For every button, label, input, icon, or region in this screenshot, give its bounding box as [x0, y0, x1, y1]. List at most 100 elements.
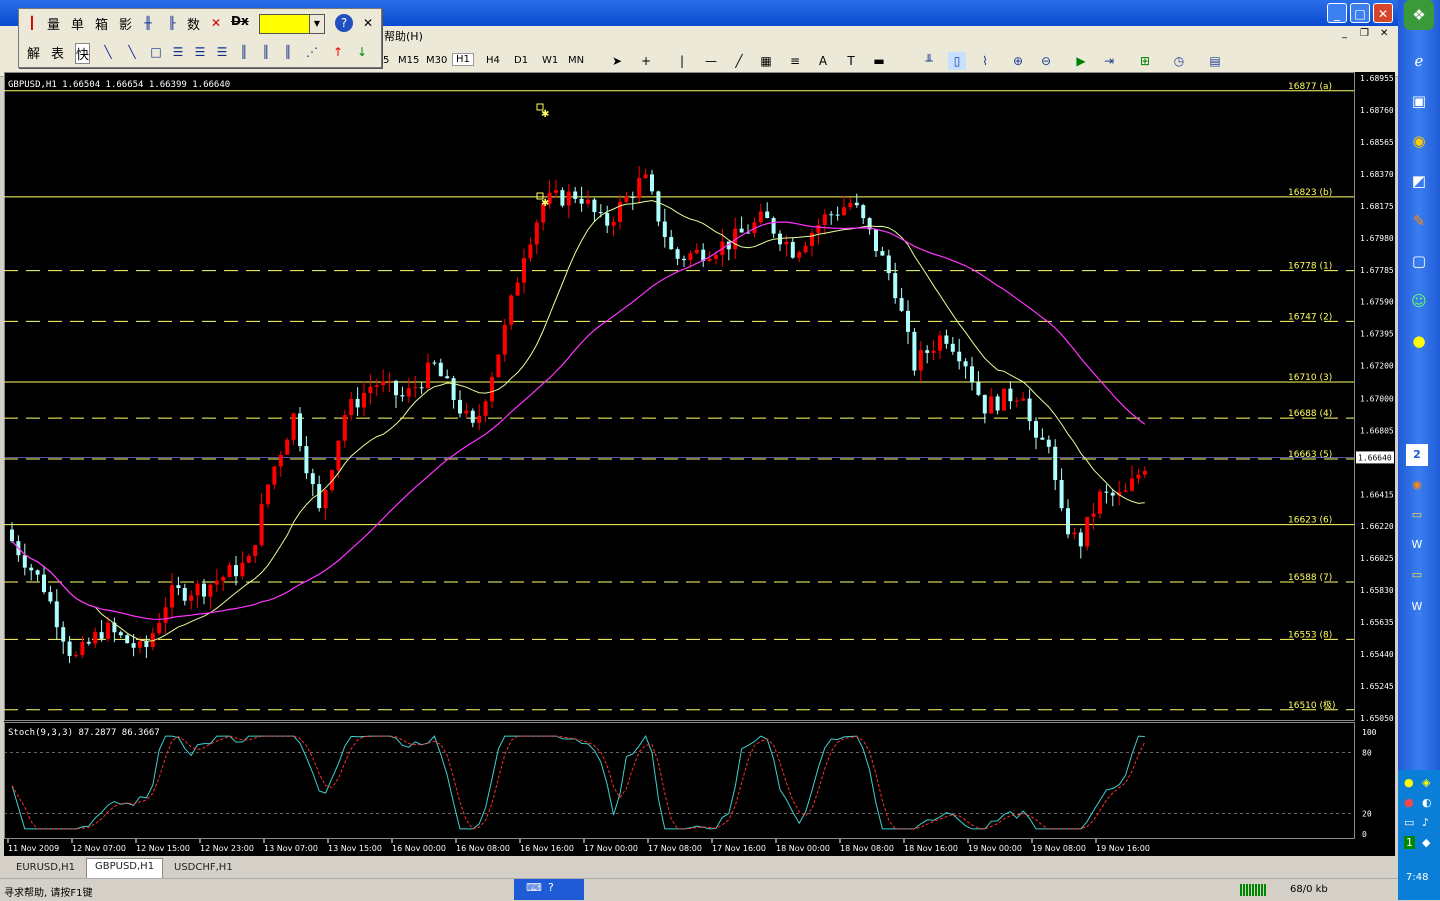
- chart-window[interactable]: 1.68955 1.68760 1.68565 1.68370 1.68175 1.679…: [4, 72, 1395, 856]
- tray-shield-icon[interactable]: ◈: [1422, 776, 1430, 789]
- timeframe-w1[interactable]: W1: [542, 55, 558, 66]
- float-btn-2[interactable]: 单: [71, 14, 84, 33]
- media-icon[interactable]: ▣: [1404, 86, 1434, 116]
- ime-bar[interactable]: ⌨ ?: [514, 879, 584, 900]
- line-chart-icon[interactable]: ⌇: [976, 52, 994, 70]
- tray-app-icon[interactable]: 1: [1404, 836, 1415, 849]
- app-icon-2[interactable]: ◩: [1404, 166, 1434, 196]
- task-folder-icon-1[interactable]: ▭: [1406, 504, 1428, 526]
- arrow-up-icon[interactable]: ↑: [329, 43, 347, 61]
- chart-shift-icon[interactable]: ⇥: [1100, 52, 1118, 70]
- fib2-tool-icon[interactable]: ☰: [191, 43, 209, 61]
- fib-tool-icon[interactable]: ☰: [169, 43, 187, 61]
- close-button[interactable]: ✕: [1373, 3, 1393, 23]
- float-close-icon[interactable]: ✕: [359, 14, 377, 32]
- task-app-icon-2[interactable]: ◉: [1406, 474, 1428, 496]
- mdi-minimize-button[interactable]: _: [1342, 28, 1347, 39]
- float-btn-1[interactable]: 量: [47, 14, 60, 33]
- tray-network-icon[interactable]: ◐: [1422, 796, 1432, 809]
- messenger-icon[interactable]: ☺: [1404, 286, 1434, 316]
- float-btn-6[interactable]: 解: [27, 43, 40, 62]
- tab-usdchf[interactable]: USDCHF,H1: [166, 860, 241, 876]
- time-label-5: 13 Nov 15:00: [328, 844, 382, 853]
- start-windows-icon[interactable]: ❖: [1404, 0, 1434, 30]
- cursor-icon[interactable]: ➤: [608, 52, 626, 70]
- task-folder-icon-2[interactable]: ▭: [1406, 564, 1428, 586]
- bars-icon[interactable]: ╫: [139, 14, 157, 32]
- tab-eurusd[interactable]: EURUSD,H1: [8, 860, 83, 876]
- float-btn-8[interactable]: 快: [75, 43, 91, 64]
- tray-misc-icon[interactable]: ◆: [1422, 836, 1430, 849]
- timeframe-h1[interactable]: H1: [452, 53, 474, 66]
- crosshair-icon[interactable]: +: [637, 52, 655, 70]
- float-btn-7[interactable]: 表: [51, 43, 64, 62]
- ime-help-icon[interactable]: ?: [548, 881, 554, 894]
- ray-tool-icon[interactable]: ╲: [123, 43, 141, 61]
- periods-clock-icon[interactable]: ◷: [1170, 52, 1188, 70]
- bar-chart-icon[interactable]: ╨: [920, 52, 938, 70]
- status-help: 寻求帮助, 请按F1键: [4, 888, 93, 899]
- desktop-icon[interactable]: ▢: [1404, 246, 1434, 276]
- candle-body-23: [157, 622, 162, 634]
- rectangle-tool-icon[interactable]: □: [147, 43, 165, 61]
- zoom-in-icon[interactable]: ⊕: [1009, 52, 1027, 70]
- task-app-icon-1[interactable]: 2: [1406, 444, 1428, 466]
- text-icon[interactable]: A: [814, 52, 832, 70]
- indicators-icon[interactable]: ⊞: [1136, 52, 1154, 70]
- vertical-line-icon[interactable]: |: [673, 52, 691, 70]
- candles-icon[interactable]: ┃: [23, 14, 41, 32]
- tray-qq-icon[interactable]: ●: [1404, 776, 1414, 789]
- auto-scroll-icon[interactable]: ▶: [1072, 52, 1090, 70]
- tab-gbpusd[interactable]: GBPUSD,H1: [86, 858, 164, 878]
- line-tool-icon[interactable]: ╲: [99, 43, 117, 61]
- zoom-out-icon[interactable]: ⊖: [1037, 52, 1055, 70]
- timeframe-m30[interactable]: M30: [426, 55, 447, 66]
- tray-monitor-icon[interactable]: ▭: [1404, 816, 1414, 829]
- candle-body-124: [803, 245, 808, 253]
- qq-icon[interactable]: ●: [1404, 326, 1434, 356]
- keyboard-icon[interactable]: ⌨: [526, 881, 542, 894]
- bars2-icon[interactable]: ╟: [163, 14, 181, 32]
- arrow-shape-icon[interactable]: ▬: [870, 52, 888, 70]
- channel-icon[interactable]: ▦: [757, 52, 775, 70]
- timeframe-m15[interactable]: M15: [398, 55, 419, 66]
- tray-speaker-icon[interactable]: ♪: [1422, 816, 1429, 829]
- float-btn-5[interactable]: 数: [187, 14, 200, 33]
- minimize-button[interactable]: _: [1327, 3, 1347, 23]
- float-btn-3[interactable]: 箱: [95, 14, 108, 33]
- fan-tool-icon[interactable]: ⋰: [303, 43, 321, 61]
- timeframe-mn[interactable]: MN: [568, 55, 584, 66]
- fibonacci-icon[interactable]: ≡: [786, 52, 804, 70]
- mdi-close-button[interactable]: ✕: [1380, 28, 1388, 39]
- timeframe-h4[interactable]: H4: [486, 55, 500, 66]
- trendline-icon[interactable]: ╱: [730, 52, 748, 70]
- tray-qq2-icon[interactable]: ●: [1404, 796, 1414, 809]
- task-word-icon-2[interactable]: W: [1406, 596, 1428, 618]
- cycle-tool-icon[interactable]: ║: [257, 43, 275, 61]
- text-label-icon[interactable]: T: [842, 52, 860, 70]
- task-word-icon-1[interactable]: W: [1406, 534, 1428, 556]
- timeframe-d1[interactable]: D1: [514, 55, 528, 66]
- menu-help[interactable]: 帮助(H): [384, 28, 423, 44]
- app-icon-1[interactable]: ◉: [1404, 126, 1434, 156]
- templates-icon[interactable]: ▤: [1206, 52, 1224, 70]
- float-btn-4[interactable]: 影: [119, 14, 132, 33]
- gann-tool-icon[interactable]: ║: [235, 43, 253, 61]
- price-chart[interactable]: 1.68955 1.68760 1.68565 1.68370 1.68175 1.679…: [4, 72, 1395, 856]
- arrow-down-icon[interactable]: ↓: [353, 43, 371, 61]
- fib3-tool-icon[interactable]: ☰: [213, 43, 231, 61]
- maximize-button[interactable]: □: [1350, 3, 1370, 23]
- dx-button[interactable]: Dx: [231, 14, 249, 28]
- color-dropdown-icon[interactable]: ▼: [309, 14, 325, 34]
- stoch-signal-line: [11, 735, 1146, 830]
- cycle2-tool-icon[interactable]: ║: [279, 43, 297, 61]
- timeframe-cut[interactable]: 5: [383, 55, 389, 66]
- horizontal-line-icon[interactable]: —: [702, 52, 720, 70]
- candle-chart-icon[interactable]: ▯: [948, 52, 966, 70]
- help-icon[interactable]: ?: [335, 14, 353, 32]
- traffic-readout: 68/0 kb: [1290, 884, 1328, 895]
- cross-icon[interactable]: ✕: [207, 14, 225, 32]
- mdi-restore-button[interactable]: ❐: [1360, 28, 1369, 39]
- paint-icon[interactable]: ✎: [1404, 206, 1434, 236]
- ie-icon[interactable]: ℯ: [1404, 46, 1434, 76]
